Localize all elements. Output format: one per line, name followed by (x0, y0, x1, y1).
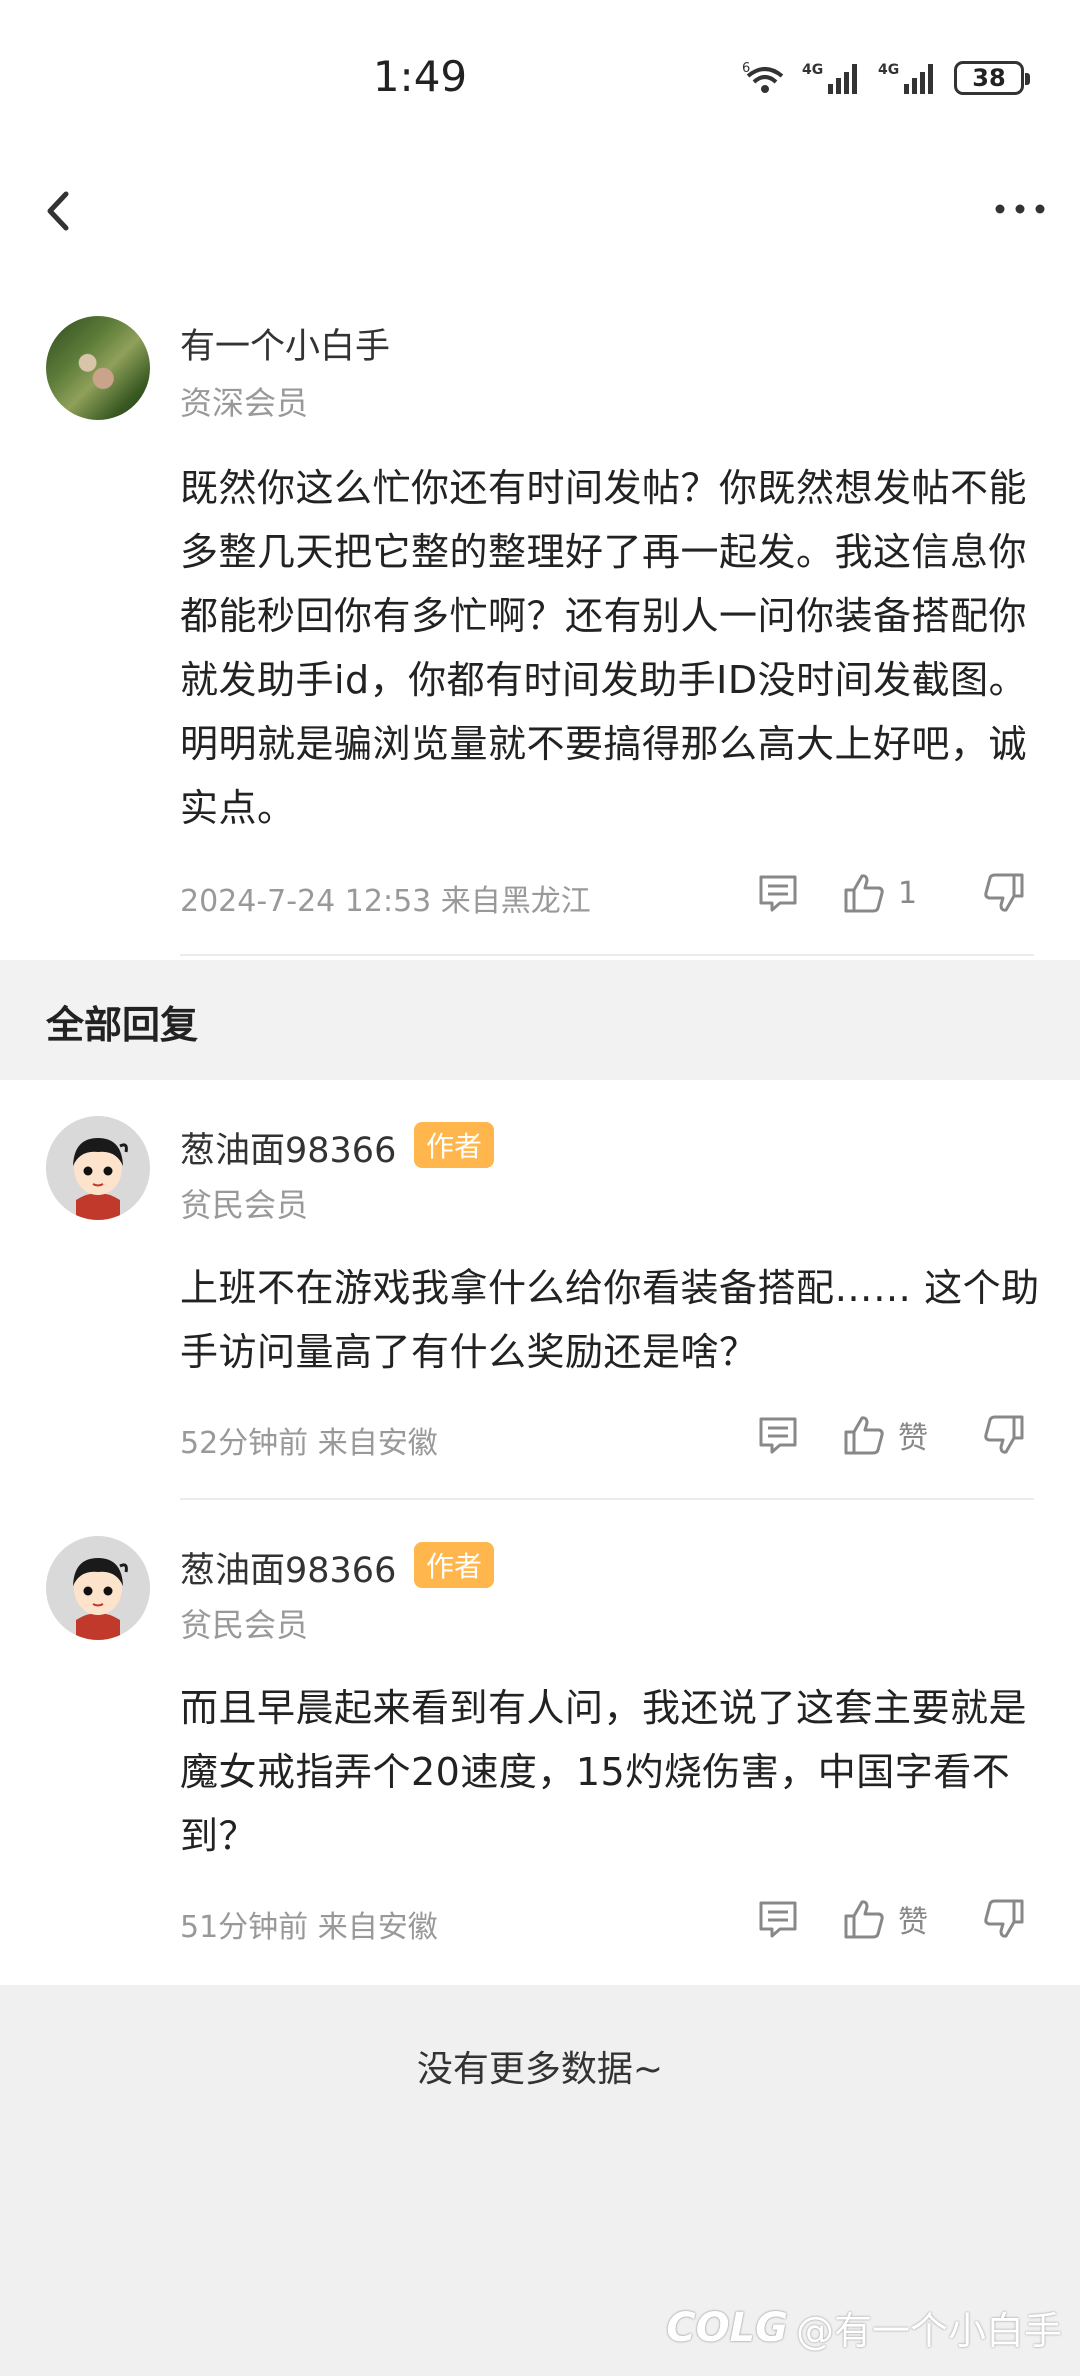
system-icons: 6 4G 4G 38 (742, 58, 1030, 98)
main-post: 有一个小白手 资深会员 既然你这么忙你还有时间发帖？你既然想发帖不能多整几天把它… (0, 270, 1080, 960)
thumbs-up-icon (844, 1416, 884, 1455)
divider (180, 954, 1034, 956)
replies-list: 葱油面98366 作者 贫民会员 上班不在游戏我拿什么给你看装备搭配…… 这个助… (0, 1080, 1080, 1985)
post-content: 既然你这么忙你还有时间发帖？你既然想发帖不能多整几天把它整的整理好了再一起发。我… (180, 466, 1028, 830)
wifi-icon: 6 (742, 61, 784, 93)
cartoon-avatar-icon (46, 1116, 150, 1220)
author-badge: 作者 (414, 1542, 495, 1588)
signal-icon: 4G (802, 62, 857, 94)
comment-icon (759, 875, 797, 912)
replies-header: 全部回复 (0, 960, 1080, 1080)
dislike-button[interactable] (982, 1897, 1026, 1941)
post-username[interactable]: 有一个小白手 (180, 318, 390, 369)
watermark-user: @有一个小白手 (795, 2309, 1062, 2353)
replies-title: 全部回复 (46, 1003, 199, 1047)
avatar[interactable] (46, 1536, 150, 1640)
reply-username[interactable]: 葱油面98366 (180, 1122, 396, 1173)
reply-meta: 51分钟前 来自安徽 (180, 1910, 438, 1945)
status-bar: 1:49 6 4G 4G 38 (0, 0, 1080, 150)
like-label: 赞 (898, 1905, 928, 1940)
watermark: COLG @有一个小白手 (666, 2300, 1062, 2355)
post-meta: 2024-7-24 12:53 来自黑龙江 (180, 884, 591, 919)
like-button[interactable]: 赞 (842, 1413, 942, 1457)
watermark-logo: COLG (666, 2304, 788, 2351)
cartoon-avatar-icon (46, 1536, 150, 1640)
thumbs-down-icon (984, 1899, 1024, 1938)
thumbs-down-icon (984, 873, 1024, 912)
post-actions: 1 (756, 868, 1026, 918)
avatar[interactable] (46, 316, 150, 420)
member-level: 贫民会员 (180, 1186, 309, 1224)
dislike-button[interactable] (982, 871, 1026, 915)
thumbs-up-icon (844, 1900, 884, 1939)
thumbs-down-icon (984, 1415, 1024, 1454)
reply-item: 葱油面98366 作者 贫民会员 上班不在游戏我拿什么给你看装备搭配…… 这个助… (0, 1080, 1080, 1500)
reply-item: 葱油面98366 作者 贫民会员 而且早晨起来看到有人问，我还说了这套主要就是魔… (0, 1500, 1080, 1985)
comment-button[interactable] (756, 872, 800, 914)
avatar[interactable] (46, 1116, 150, 1220)
member-level: 贫民会员 (180, 1606, 309, 1644)
like-button[interactable]: 赞 (842, 1897, 942, 1941)
status-time: 1:49 (372, 52, 468, 101)
dislike-button[interactable] (982, 1413, 1026, 1457)
battery-icon: 38 (954, 61, 1030, 95)
comment-icon (759, 1417, 797, 1454)
like-count: 1 (898, 875, 918, 911)
no-more-data: 没有更多数据~ (416, 2049, 664, 2090)
reply-meta: 52分钟前 来自安徽 (180, 1426, 438, 1461)
comment-button[interactable] (756, 1414, 800, 1456)
battery-level: 38 (972, 64, 1006, 92)
svg-text:4G: 4G (802, 62, 823, 78)
page: 1:49 6 4G 4G 38 有一个小白手 资深会员 既然你这么忙你还有时间发… (0, 0, 1080, 2376)
like-label: 赞 (898, 1421, 928, 1456)
member-level: 资深会员 (180, 384, 309, 422)
reply-content: 而且早晨起来看到有人问，我还说了这套主要就是魔女戒指弄个20速度，15灼烧伤害，… (180, 1686, 1028, 1858)
reply-username[interactable]: 葱油面98366 (180, 1542, 396, 1593)
avatar-photo (46, 316, 150, 420)
like-button[interactable]: 1 (842, 871, 942, 915)
comment-button[interactable] (756, 1898, 800, 1940)
back-icon[interactable] (38, 186, 78, 236)
reply-actions: 赞 (756, 1410, 1026, 1460)
thumbs-up-icon (844, 874, 884, 913)
comment-icon (759, 1901, 797, 1938)
top-nav-bar (0, 150, 1080, 270)
author-badge: 作者 (414, 1122, 495, 1168)
signal-icon: 4G (878, 62, 933, 94)
svg-text:4G: 4G (878, 62, 899, 78)
more-icon[interactable] (990, 194, 1050, 224)
reply-actions: 赞 (756, 1894, 1026, 1944)
reply-content: 上班不在游戏我拿什么给你看装备搭配…… 这个助手访问量高了有什么奖励还是啥？ (180, 1266, 1040, 1374)
